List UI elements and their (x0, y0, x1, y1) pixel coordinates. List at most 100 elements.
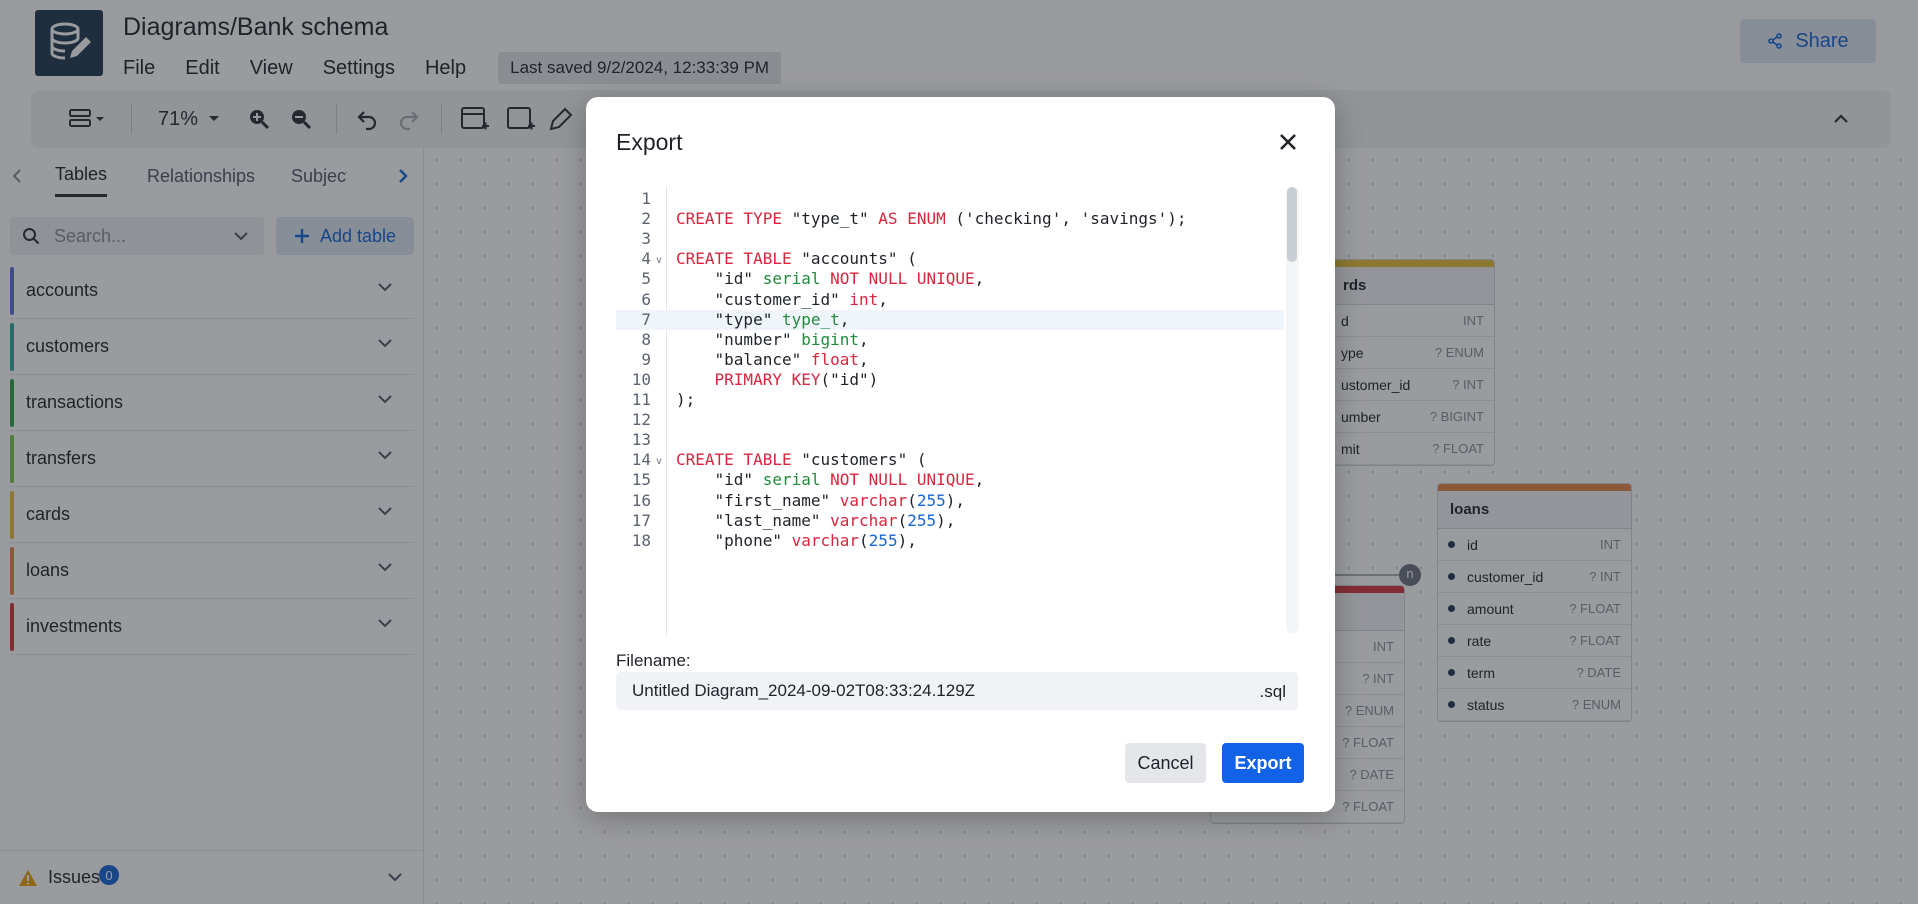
editor-scrollbar[interactable] (1286, 187, 1299, 633)
code-token: "customers" ( (801, 450, 927, 470)
close-icon (1280, 134, 1296, 150)
code-line[interactable]: 13 (616, 430, 1284, 450)
code-line[interactable]: 12 (616, 410, 1284, 430)
code-line[interactable]: 3 (616, 229, 1284, 249)
code-text: "balance" float, (676, 350, 869, 370)
line-number: 14 (631, 450, 651, 470)
line-number: 6 (641, 289, 651, 309)
code-line[interactable]: 6 "customer_id" int, (616, 290, 1284, 310)
code-token: "phone" (676, 530, 792, 550)
code-text: "number" bigint, (676, 330, 869, 350)
line-number: 5 (641, 269, 651, 289)
code-line[interactable]: 2 CREATE TYPE "type_t" AS ENUM ('checking… (616, 209, 1284, 229)
code-text: CREATE TYPE "type_t" AS ENUM ('checking'… (676, 209, 1187, 229)
code-token: ( (897, 510, 908, 530)
code-line[interactable]: 5 "id" serial NOT NULL UNIQUE, (616, 269, 1284, 289)
code-token: "type_t" (791, 209, 879, 229)
line-number: 12 (631, 410, 651, 430)
fold-toggle-icon[interactable]: v (656, 251, 662, 271)
code-token: ('checking', 'savings'); (955, 209, 1187, 229)
code-text: "last_name" varchar(255), (676, 510, 956, 531)
code-token: , (974, 269, 985, 289)
cancel-button[interactable]: Cancel (1125, 743, 1206, 783)
code-token: , (974, 470, 985, 490)
modal-title: Export (616, 129, 683, 155)
code-token: 255 (907, 510, 937, 530)
code-token: "last_name" (676, 510, 831, 530)
code-token: CREATE TABLE (676, 450, 802, 470)
code-token: serial (762, 470, 831, 490)
code-token: type_t (781, 309, 840, 329)
code-token: ( (859, 530, 869, 550)
line-number: 8 (641, 329, 651, 349)
code-text: "id" serial NOT NULL UNIQUE, (676, 269, 985, 289)
code-token: AS ENUM (878, 209, 956, 229)
code-token: , (878, 289, 888, 309)
code-text: "id" serial NOT NULL UNIQUE, (676, 470, 985, 490)
code-line[interactable]: 7 "type" type_t, (616, 309, 1284, 330)
line-number: 16 (631, 490, 651, 510)
code-line[interactable]: 9 "balance" float, (616, 350, 1284, 370)
line-number: 17 (631, 510, 651, 530)
code-text: "type" type_t, (676, 309, 850, 330)
code-token: "id" (676, 269, 763, 289)
code-line[interactable]: 8 "number" bigint, (616, 330, 1284, 350)
code-token: float (810, 349, 860, 369)
code-line[interactable]: 15 "id" serial NOT NULL UNIQUE, (616, 470, 1284, 490)
code-token: , (859, 329, 869, 349)
code-token: ); (676, 390, 696, 409)
code-token: "customer_id" (676, 289, 850, 309)
filename-label: Filename: (616, 651, 691, 670)
code-line[interactable]: 4 v CREATE TABLE "accounts" ( (616, 249, 1284, 269)
code-token: , (859, 349, 869, 369)
code-line[interactable]: 16 "first_name" varchar(255), (616, 491, 1284, 511)
line-number: 1 (641, 189, 651, 208)
code-line[interactable]: 18 "phone" varchar(255), (616, 531, 1284, 551)
code-token: ), (897, 530, 917, 550)
code-token: varchar (830, 510, 898, 530)
code-token: CREATE TYPE (676, 209, 792, 229)
filename-field[interactable]: .sql (616, 672, 1298, 710)
code-line[interactable]: 14 v CREATE TABLE "customers" ( (616, 450, 1284, 470)
line-number: 10 (631, 369, 651, 389)
export-modal: Export 1 2 CREATE TYPE "type_t" AS ENUM ('… (586, 97, 1335, 812)
code-token: "type" (676, 309, 782, 329)
line-number: 2 (641, 209, 651, 229)
line-number: 13 (631, 430, 651, 450)
code-text: "first_name" varchar(255), (676, 491, 965, 511)
code-token: "accounts" ( (801, 249, 917, 269)
code-token: "number" (676, 329, 802, 349)
code-token: int (849, 289, 879, 309)
code-token: varchar (839, 490, 908, 510)
line-number: 11 (631, 390, 651, 409)
filename-extension: .sql (1259, 682, 1286, 701)
filename-input[interactable] (632, 681, 1232, 701)
code-token: "id" (676, 470, 763, 490)
code-token: ), (936, 510, 956, 530)
code-token: bigint (801, 329, 860, 349)
code-token: NOT NULL UNIQUE (830, 269, 975, 289)
scrollbar-thumb[interactable] (1287, 187, 1297, 262)
code-token: ("id") (820, 369, 879, 389)
line-number: 4 (641, 249, 651, 269)
fold-toggle-icon[interactable]: v (656, 452, 662, 472)
code-token: varchar (791, 530, 860, 550)
code-text: ); (676, 390, 695, 410)
export-button[interactable]: Export (1222, 743, 1304, 783)
code-token: 255 (916, 490, 946, 510)
code-line[interactable]: 1 (616, 189, 1284, 209)
code-token: "first_name" (676, 490, 840, 510)
code-token: serial (762, 269, 831, 289)
code-token: ( (907, 490, 917, 510)
code-line[interactable]: 10 PRIMARY KEY("id") (616, 370, 1284, 390)
code-line[interactable]: 17 "last_name" varchar(255), (616, 511, 1284, 531)
code-token: , (839, 309, 850, 329)
code-line[interactable]: 11); (616, 390, 1284, 410)
code-token: ), (945, 490, 966, 510)
code-token: CREATE TABLE (676, 249, 802, 269)
code-text: CREATE TABLE "accounts" ( (676, 249, 917, 269)
sql-code-editor[interactable]: 1 2 CREATE TYPE "type_t" AS ENUM ('checkin… (616, 186, 1314, 636)
line-number: 15 (631, 470, 651, 490)
close-button[interactable] (1276, 130, 1300, 154)
code-text: "customer_id" int, (676, 290, 888, 310)
